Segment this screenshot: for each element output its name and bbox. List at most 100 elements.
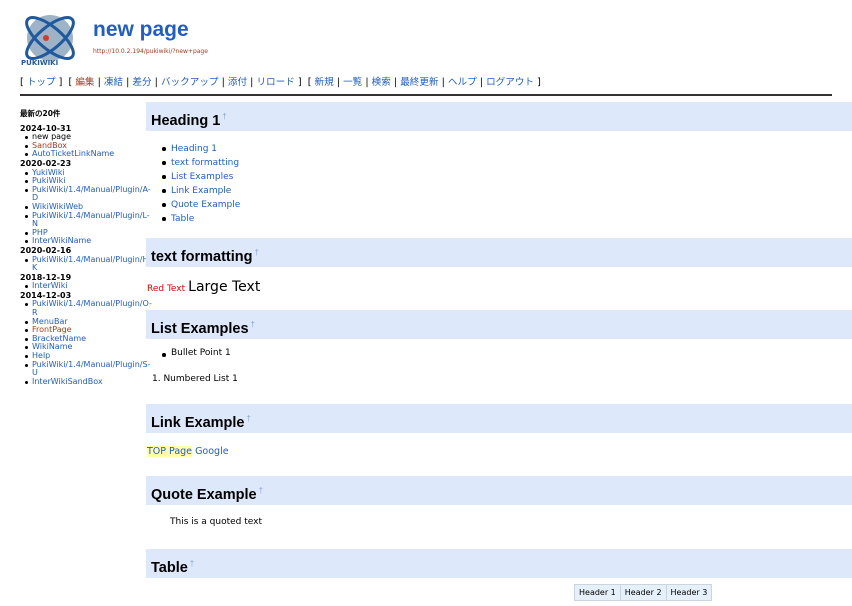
google-link[interactable]: Google <box>195 446 229 457</box>
heading-text: Table <box>151 560 188 576</box>
data-table: Header 1 Header 2 Header 3 <box>574 584 713 601</box>
nav-new-link[interactable]: 新規 <box>315 77 334 88</box>
nav-reload-link[interactable]: リロード <box>256 77 294 88</box>
heading-quote-example: Quote Example † <box>146 476 852 505</box>
list-item: InterWikiSandBox <box>24 377 146 387</box>
nav-separator: | <box>441 77 445 88</box>
heading-anchor-link[interactable]: † <box>246 414 250 423</box>
list-item: PukiWiki/1.4/Manual/Plugin/A-D <box>24 185 151 203</box>
heading-text-formatting: text formatting † <box>146 238 852 267</box>
toc-link-link-example[interactable]: Link Example <box>171 186 231 196</box>
bullet-list: Bullet Point 1 <box>160 348 231 358</box>
toc-item: Link Example <box>160 184 240 198</box>
list-item: PukiWiki/1.4/Manual/Plugin/H-K <box>24 255 151 273</box>
table-header-cell: Header 3 <box>666 585 712 600</box>
nav-separator: | <box>250 77 254 88</box>
nav-separator: | <box>97 77 101 88</box>
nav-separator: | <box>393 77 398 88</box>
recent-page-list: new page SandBox AutoTicketLinkName <box>20 132 146 159</box>
nav-separator: | <box>126 77 130 88</box>
recent-page-list: InterWiki <box>20 281 146 291</box>
nav-logout-link[interactable]: ログアウト <box>486 77 534 88</box>
recent-page-link[interactable]: InterWikiSandBox <box>32 377 103 386</box>
text-formatting-sample: Red Text Large Text <box>147 276 260 295</box>
top-page-link[interactable]: TOP Page <box>147 446 193 457</box>
recent-page-list: PukiWiki/1.4/Manual/Plugin/H-K <box>20 255 151 273</box>
recent-page-link[interactable]: PukiWiki/1.4/Manual/Plugin/L-N <box>32 211 150 229</box>
recent-page-link[interactable]: PukiWiki/1.4/Manual/Plugin/A-D <box>32 185 151 203</box>
heading-text: Heading 1 <box>151 113 221 129</box>
list-item: PukiWiki/1.4/Manual/Plugin/L-N <box>24 211 150 229</box>
toc-link-list-examples[interactable]: List Examples <box>171 172 233 182</box>
toc-link-text-formatting[interactable]: text formatting <box>171 158 239 168</box>
toc-item: Heading 1 <box>160 142 240 156</box>
nav-recent-link[interactable]: 最終更新 <box>400 77 438 88</box>
toc-item: Quote Example <box>160 198 240 212</box>
page-header: PUKIWIKI new page http://10.0.2.194/puki… <box>0 0 852 96</box>
toc-item: List Examples <box>160 170 240 184</box>
recent-page-link[interactable]: PukiWiki/1.4/Manual/Plugin/O-R <box>32 299 152 317</box>
recent-page-list: PukiWiki/1.4/Manual/Plugin/O-R MenuBar Fro… <box>20 300 152 387</box>
heading-anchor-link[interactable]: † <box>259 486 263 495</box>
nav-edit-link[interactable]: 編集 <box>75 77 94 88</box>
nav-bracket: [ <box>20 77 24 88</box>
table-header-row: Header 1 Header 2 Header 3 <box>575 585 712 600</box>
nav-separator: | <box>479 77 483 88</box>
nav-bracket: ] <box>297 77 302 88</box>
recent-page-link[interactable]: PukiWiki/1.4/Manual/Plugin/H-K <box>32 255 151 273</box>
recent-page-link[interactable]: InterWikiName <box>32 236 91 246</box>
table-of-contents: Heading 1 text formatting List Examples … <box>160 142 240 226</box>
heading-anchor-link[interactable]: † <box>222 112 226 121</box>
list-item: InterWiki <box>24 281 146 291</box>
recent-changes-list: 2024-10-31 new page SandBox AutoTicketLinkN… <box>20 124 152 387</box>
link-example-line: TOP Page Google <box>147 446 229 457</box>
numbered-list-item: 1. Numbered List 1 <box>152 374 238 384</box>
heading-text: List Examples <box>151 321 249 337</box>
nav-bracket: [ <box>307 77 312 88</box>
toc-link-table[interactable]: Table <box>171 214 194 224</box>
nav-backup-link[interactable]: バックアップ <box>161 77 219 88</box>
recent-page-link[interactable]: PukiWiki/1.4/Manual/Plugin/S-U <box>32 360 150 378</box>
page-title[interactable]: new page <box>93 18 189 42</box>
toc-link-quote-example[interactable]: Quote Example <box>171 200 240 210</box>
recent-changes-title: 最新の20件 <box>20 109 61 118</box>
list-item: PukiWiki/1.4/Manual/Plugin/O-R <box>24 300 152 317</box>
recent-page-list: YukiWiki PukiWiki PukiWiki/1.4/Manual/Plug… <box>20 168 151 246</box>
nav-diff-link[interactable]: 差分 <box>132 77 151 88</box>
nav-bracket: ] <box>58 77 63 88</box>
red-text: Red Text <box>147 284 186 294</box>
heading-list-examples: List Examples † <box>146 310 852 339</box>
nav-top-link[interactable]: トップ <box>27 77 56 88</box>
heading-heading1: Heading 1 † <box>146 102 852 131</box>
heading-text: Link Example <box>151 415 245 431</box>
nav-search-link[interactable]: 検索 <box>372 77 391 88</box>
nav-separator: | <box>336 77 341 88</box>
recent-page-link[interactable]: InterWiki <box>32 281 68 290</box>
toc-link-heading1[interactable]: Heading 1 <box>171 144 217 154</box>
blockquote: This is a quoted text <box>170 517 263 527</box>
nav-help-link[interactable]: ヘルプ <box>448 77 477 88</box>
table-header-cell: Header 2 <box>620 585 666 600</box>
bullet-list-item: Bullet Point 1 <box>160 348 231 358</box>
heading-anchor-link[interactable]: † <box>251 320 255 329</box>
svg-text:PUKIWIKI: PUKIWIKI <box>21 59 58 67</box>
heading-text: Quote Example <box>151 487 257 503</box>
nav-bracket: [ <box>68 77 73 88</box>
nav-bracket: ] <box>537 77 541 88</box>
nav-freeze-link[interactable]: 凍結 <box>104 77 123 88</box>
heading-anchor-link[interactable]: † <box>255 248 259 257</box>
nav-list-link[interactable]: 一覧 <box>343 77 362 88</box>
toc-item: text formatting <box>160 156 240 170</box>
list-item: InterWikiName <box>24 237 146 246</box>
nav-separator: | <box>154 77 158 88</box>
nav-separator: | <box>365 77 369 88</box>
heading-anchor-link[interactable]: † <box>190 559 194 568</box>
heading-link-example: Link Example † <box>146 404 852 433</box>
nav-attach-link[interactable]: 添付 <box>228 77 247 88</box>
page-url[interactable]: http://10.0.2.194/pukiwiki/?new+page <box>93 48 208 55</box>
recent-page-link[interactable]: AutoTicketLinkName <box>32 149 114 159</box>
list-item: PukiWiki/1.4/Manual/Plugin/S-U <box>24 360 150 378</box>
pukiwiki-logo[interactable]: PUKIWIKI <box>20 8 82 70</box>
nav-separator: | <box>221 77 225 88</box>
sidebar-menubar: 最新の20件 2024-10-31 new page SandBox AutoTick… <box>20 109 152 387</box>
